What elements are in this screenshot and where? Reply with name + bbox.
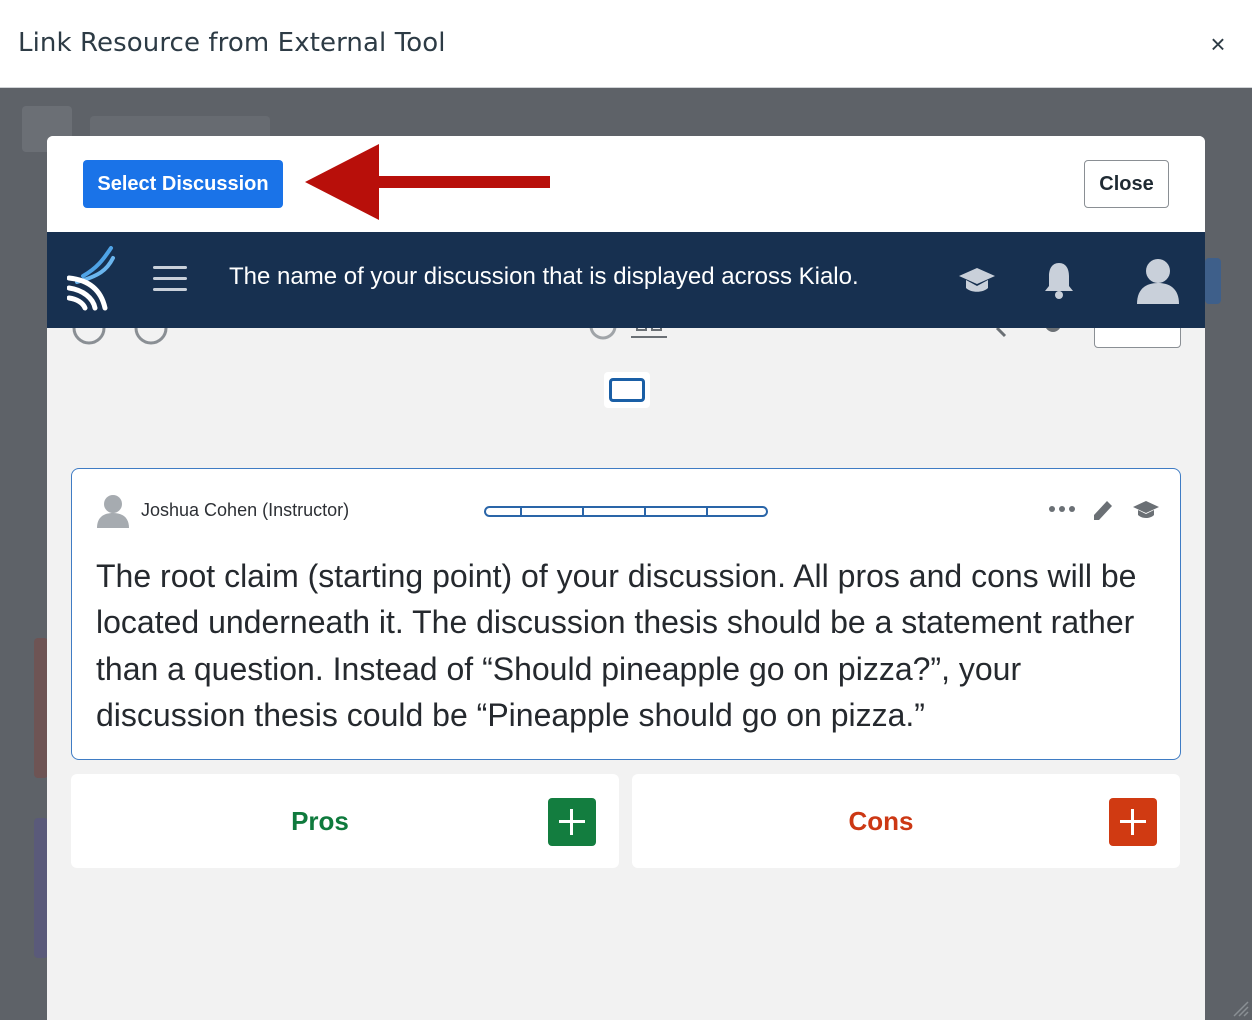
discussion-title: The name of your discussion that is disp… <box>229 263 859 290</box>
pros-label: Pros <box>291 806 349 836</box>
bell-icon[interactable] <box>1043 260 1075 300</box>
add-con-button[interactable] <box>1109 798 1157 846</box>
menu-icon[interactable] <box>153 266 187 294</box>
kialo-modal: Select Discussion Close The name of your… <box>47 136 1205 1020</box>
dialog-close-icon[interactable]: × <box>1206 30 1230 58</box>
cons-label: Cons <box>848 806 914 836</box>
resize-handle-icon[interactable] <box>1230 998 1250 1018</box>
modal-toolbar: Select Discussion Close <box>47 136 1205 232</box>
more-options-icon[interactable] <box>1048 499 1076 519</box>
claim-author: Joshua Cohen (Instructor) <box>141 500 350 520</box>
claim-text: The root claim (starting point) of your … <box>96 558 1137 733</box>
pros-column-header: Pros <box>71 774 619 868</box>
background-button <box>1205 258 1221 304</box>
background-strip <box>34 638 48 778</box>
cons-column-header: Cons <box>632 774 1180 868</box>
author-avatar-icon <box>97 495 129 528</box>
root-claim-card[interactable]: Joshua Cohen (Instructor) The root claim… <box>71 468 1181 760</box>
select-discussion-button[interactable]: Select Discussion <box>83 160 283 208</box>
graduation-cap-icon[interactable] <box>1132 499 1160 521</box>
background-strip <box>34 818 48 958</box>
info-icon[interactable] <box>71 328 107 346</box>
edit-pencil-icon[interactable] <box>1092 497 1114 521</box>
kialo-navbar: The name of your discussion that is disp… <box>47 232 1205 328</box>
share-button[interactable] <box>1094 328 1181 348</box>
dialog-title: Link Resource from External Tool <box>18 28 446 58</box>
user-avatar-icon[interactable] <box>1135 256 1181 306</box>
dialog-header: Link Resource from External Tool × <box>0 0 1252 88</box>
graduation-cap-icon[interactable] <box>957 262 997 298</box>
search-icon[interactable] <box>983 328 1011 342</box>
vote-distribution-bar[interactable] <box>484 506 768 517</box>
add-pro-button[interactable] <box>548 798 596 846</box>
radial-view-icon[interactable] <box>587 328 619 344</box>
close-button[interactable]: Close <box>1084 160 1169 208</box>
annotation-arrow-icon <box>305 144 550 220</box>
history-icon[interactable] <box>133 328 169 346</box>
single-card-view-icon[interactable] <box>604 372 650 408</box>
kialo-logo-icon[interactable] <box>67 246 117 312</box>
tree-view-icon[interactable] <box>631 328 669 346</box>
settings-icon[interactable] <box>1041 328 1065 340</box>
partial-toolbar <box>47 328 1205 358</box>
